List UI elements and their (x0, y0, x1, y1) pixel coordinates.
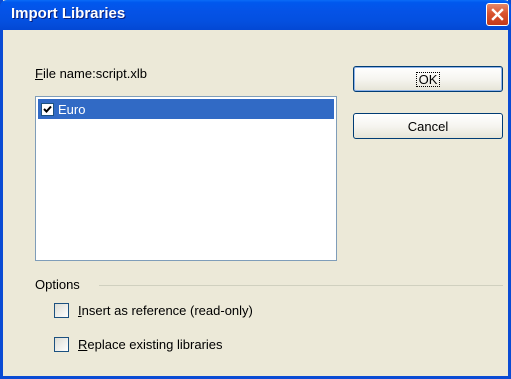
file-name-label-text: ile name: (42, 66, 96, 81)
replace-existing-accel: R (78, 337, 88, 352)
title-bar[interactable]: Import Libraries (0, 0, 511, 30)
ok-button-label: OK (415, 71, 441, 87)
options-divider (99, 285, 503, 286)
insert-as-reference-option[interactable]: Insert as reference (read-only) (54, 303, 253, 318)
file-name-accel: F (35, 66, 43, 81)
replace-existing-checkbox[interactable] (54, 337, 69, 352)
file-name-label: File name:script.xlb (35, 66, 147, 81)
list-item-checkbox[interactable] (41, 102, 54, 116)
ok-button[interactable]: OK (353, 66, 503, 92)
cancel-button[interactable]: Cancel (353, 113, 503, 139)
cancel-button-label: Cancel (407, 118, 449, 134)
dialog-title: Import Libraries (11, 5, 126, 22)
options-group-label: Options (35, 277, 80, 292)
file-name-value: script.xlb (95, 66, 147, 81)
replace-existing-label-text: eplace existing libraries (87, 337, 223, 352)
list-item-label: Euro (58, 101, 86, 117)
close-icon (491, 8, 504, 21)
replace-existing-label: Replace existing libraries (78, 337, 223, 352)
library-listbox[interactable]: Euro (35, 96, 337, 261)
insert-as-reference-checkbox[interactable] (54, 303, 69, 318)
insert-as-reference-label: Insert as reference (read-only) (78, 303, 253, 318)
list-item[interactable]: Euro (38, 99, 334, 119)
import-libraries-dialog: Import Libraries File name:script.xlb Eu… (0, 0, 511, 379)
close-button[interactable] (486, 3, 509, 26)
insert-as-reference-label-text: nsert as reference (read-only) (81, 303, 253, 318)
replace-existing-option[interactable]: Replace existing libraries (54, 337, 223, 352)
checkmark-icon (43, 105, 52, 113)
